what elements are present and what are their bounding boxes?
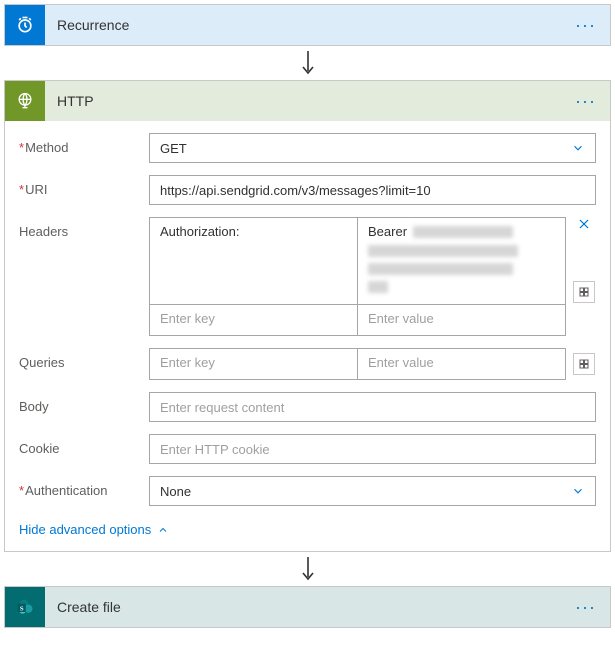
method-value: GET <box>160 141 187 156</box>
createfile-menu-button[interactable]: ··· <box>571 602 600 612</box>
sharepoint-icon: S <box>5 587 45 627</box>
createfile-header[interactable]: S Create file ··· <box>5 587 610 627</box>
body-label: Body <box>19 392 149 414</box>
http-menu-button[interactable]: ··· <box>571 96 600 106</box>
method-label: *Method <box>19 133 149 155</box>
chevron-down-icon <box>571 484 585 498</box>
auth-label: *Authentication <box>19 476 149 498</box>
redacted-token <box>368 245 518 257</box>
dynamic-content-button[interactable] <box>573 353 595 375</box>
redacted-token <box>368 263 513 275</box>
connector-arrow <box>4 552 611 586</box>
headers-key-input[interactable]: Enter key <box>150 305 358 335</box>
createfile-title: Create file <box>45 599 571 615</box>
recurrence-title: Recurrence <box>45 17 571 33</box>
method-select[interactable]: GET <box>149 133 596 163</box>
redacted-token <box>368 281 388 293</box>
http-header[interactable]: HTTP ··· <box>5 81 610 121</box>
queries-label: Queries <box>19 348 149 370</box>
queries-value-input[interactable]: Enter value <box>358 349 565 379</box>
http-body: *Method GET *URI Headers <box>5 121 610 551</box>
hide-advanced-toggle[interactable]: Hide advanced options <box>19 522 169 537</box>
headers-table: Authorization: Bearer <box>149 217 566 336</box>
queries-key-input[interactable]: Enter key <box>150 349 358 379</box>
redacted-token <box>413 226 513 238</box>
dynamic-content-button[interactable] <box>573 281 595 303</box>
clock-icon <box>5 5 45 45</box>
http-title: HTTP <box>45 93 571 109</box>
headers-value-cell[interactable]: Bearer <box>358 218 565 304</box>
queries-table: Enter key Enter value <box>149 348 566 380</box>
cookie-input[interactable] <box>149 434 596 464</box>
recurrence-menu-button[interactable]: ··· <box>571 20 600 30</box>
http-card: HTTP ··· *Method GET *URI He <box>4 80 611 552</box>
globe-icon <box>5 81 45 121</box>
headers-row-new: Enter key Enter value <box>150 304 565 335</box>
recurrence-header[interactable]: Recurrence ··· <box>5 5 610 45</box>
queries-row-new: Enter key Enter value <box>150 349 565 379</box>
auth-value: None <box>160 484 191 499</box>
cookie-label: Cookie <box>19 434 149 456</box>
createfile-card: S Create file ··· <box>4 586 611 628</box>
recurrence-card: Recurrence ··· <box>4 4 611 46</box>
connector-arrow <box>4 46 611 80</box>
chevron-up-icon <box>157 524 169 536</box>
svg-text:S: S <box>20 605 24 612</box>
auth-select[interactable]: None <box>149 476 596 506</box>
headers-row: Authorization: Bearer <box>150 218 565 304</box>
headers-label: Headers <box>19 217 149 239</box>
body-input[interactable] <box>149 392 596 422</box>
remove-header-button[interactable] <box>577 217 591 231</box>
uri-input[interactable] <box>149 175 596 205</box>
headers-key-cell[interactable]: Authorization: <box>150 218 358 304</box>
headers-value-input[interactable]: Enter value <box>358 305 565 335</box>
uri-label: *URI <box>19 175 149 197</box>
chevron-down-icon <box>571 141 585 155</box>
